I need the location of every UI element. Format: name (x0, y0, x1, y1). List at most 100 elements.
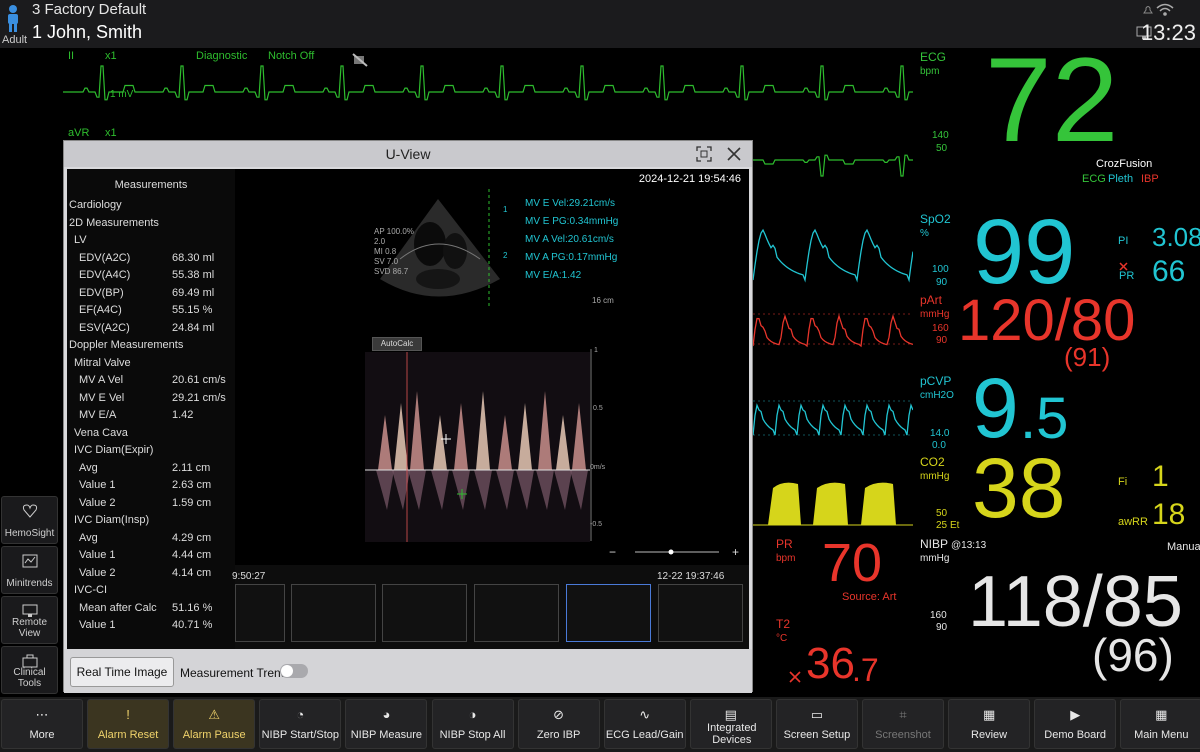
pr-value[interactable]: 70 (822, 536, 882, 590)
patient-icon[interactable] (5, 4, 21, 32)
measurements-panel[interactable]: Measurements Cardiology 2D Measurements LV… (67, 169, 235, 649)
integrated-devices-button[interactable]: ▤ Integrated Devices (689, 699, 772, 749)
thumbnail[interactable] (382, 584, 467, 642)
fico2-value[interactable]: 1 (1152, 460, 1169, 494)
ecg-waveform-ii (63, 65, 913, 101)
bell-off-icon (1143, 6, 1153, 14)
zero-icon: ⊘ (553, 707, 565, 722)
pcvp-label[interactable]: pCVP (920, 374, 951, 388)
pcvp-value-int[interactable]: 9 (972, 366, 1019, 450)
co2-label[interactable]: CO2 (920, 455, 945, 469)
close-icon[interactable] (726, 146, 742, 162)
ecg-param-label[interactable]: ECG (920, 50, 946, 64)
pr-spo2-value[interactable]: 66 (1152, 255, 1185, 289)
wifi-icon (1156, 3, 1174, 16)
pcvp-value-dec[interactable]: .5 (1020, 390, 1068, 448)
part-label[interactable]: pArt (920, 293, 942, 307)
ecg-gain2-label[interactable]: x1 (105, 127, 117, 139)
fusion-source-ibp: IBP (1141, 173, 1159, 185)
alarm-reset-button[interactable]: ! Alarm Reset (87, 699, 170, 749)
real-time-image-button[interactable]: Real Time Image (70, 657, 174, 687)
pr-label[interactable]: PR (776, 537, 793, 551)
toolbar-label: Alarm Pause (182, 729, 246, 741)
nibp-measure-button[interactable]: ◕ NIBP Measure (345, 699, 428, 749)
zoom-out-button[interactable]: − (609, 545, 616, 559)
marker-2: 2 (503, 251, 508, 260)
autocalc-button[interactable]: AutoCalc (372, 337, 422, 351)
measurement-value: 69.49 ml (172, 286, 215, 299)
nibp-mode[interactable]: Manual (1167, 541, 1200, 553)
nibp-stop-icon: ◑ (468, 707, 477, 722)
nibp-start-stop-button[interactable]: ◔ NIBP Start/Stop (259, 699, 342, 749)
dialog-titlebar[interactable]: U-View (64, 141, 752, 167)
nibp-label[interactable]: NIBP (920, 537, 948, 551)
measurement-label: EDV(A4C) (79, 269, 131, 281)
more-button[interactable]: ⋯ More (1, 699, 83, 749)
measurement-label: MV E/A (79, 409, 117, 421)
screen-setup-button[interactable]: ▭ Screen Setup (775, 699, 858, 749)
sidebar-item-remote-view[interactable]: Remote View (1, 596, 58, 644)
nibp-stop-all-button[interactable]: ◑ NIBP Stop All (431, 699, 514, 749)
measurement-trend-toggle[interactable] (280, 664, 308, 678)
thumbnail[interactable] (235, 584, 285, 642)
overlay-line: MV A Vel:20.61cm/s (525, 234, 614, 245)
ecg-lead2-label[interactable]: aVR (68, 127, 89, 139)
bed-profile[interactable]: 3 Factory Default (32, 1, 146, 18)
demo-board-button[interactable]: ▶ Demo Board (1034, 699, 1117, 749)
awrr-value[interactable]: 18 (1152, 498, 1185, 532)
overlay-line: MV A PG:0.17mmHg (525, 252, 618, 263)
thumbnail[interactable] (474, 584, 559, 642)
t2-value-int[interactable]: 36 (806, 642, 855, 686)
pi-value[interactable]: 3.08 (1152, 222, 1200, 253)
nibp-alarm-high: 160 (930, 610, 947, 621)
t2-value-dec[interactable]: .7 (852, 654, 879, 686)
t2-alarm-off-icon (789, 671, 801, 683)
heart-rate-value[interactable]: 72 (985, 40, 1118, 160)
measurement-group: Cardiology (69, 199, 122, 211)
thumbnail[interactable] (658, 584, 743, 642)
sidebar-item-clinical-tools[interactable]: Clinical Tools (1, 646, 58, 694)
ultrasound-image-area[interactable]: 2024-12-21 19:54:46 AP 100.0% 2.0 MI 0.8… (232, 169, 749, 649)
review-button[interactable]: ▦ Review (948, 699, 1031, 749)
panel-title: Measurements (114, 179, 188, 191)
screenshot-button[interactable]: ⌗ Screenshot (862, 699, 944, 749)
co2-unit: mmHg (920, 471, 950, 482)
screen-icon: ▭ (810, 707, 824, 722)
spo2-label[interactable]: SpO2 (920, 212, 951, 226)
crozfusion-label: CrozFusion (1096, 158, 1153, 170)
ecg-lead-gain-button[interactable]: ∿ ECG Lead/Gain (603, 699, 686, 749)
thumbnail[interactable] (291, 584, 376, 642)
demo-icon: ▶ (1070, 707, 1081, 722)
ecg-alarm-high: 140 (932, 130, 949, 141)
maximize-icon[interactable] (696, 146, 712, 162)
thumbnail-selected[interactable] (566, 584, 651, 642)
nibp-unit: mmHg (920, 553, 950, 564)
spo2-value[interactable]: 99 (973, 206, 1075, 298)
patient-name[interactable]: 1 John, Smith (32, 22, 142, 43)
toolbar-label: NIBP Stop All (439, 729, 506, 741)
toolbar-label: NIBP Start/Stop (261, 729, 340, 741)
sidebar-item-hemosight[interactable]: HemoSight (1, 496, 58, 544)
etco2-value[interactable]: 38 (972, 446, 1065, 530)
alarm-pause-button[interactable]: ⚠ Alarm Pause (173, 699, 256, 749)
nibp-time: @13:13 (951, 540, 987, 551)
toolbar-label: Demo Board (1044, 729, 1107, 741)
zoom-in-button[interactable]: + (732, 545, 739, 559)
measurement-group: Mitral Valve (74, 356, 131, 369)
zero-ibp-button[interactable]: ⊘ Zero IBP (517, 699, 600, 749)
measurement-value: 2.63 cm (172, 479, 212, 491)
main-menu-button[interactable]: ▦ Main Menu (1120, 699, 1200, 749)
measurement-trend-label: Measurement Trend: (180, 666, 291, 680)
sidebar-item-minitrends[interactable]: Minitrends (1, 546, 58, 594)
doppler-scale-bar (590, 349, 592, 541)
doppler-spectrum (365, 352, 590, 542)
nibp-value[interactable]: 118/85 (968, 566, 1183, 638)
measurement-label: Mean after Calc (79, 601, 157, 614)
toolbar-label: ECG Lead/Gain (605, 729, 684, 741)
echo-param: SVD 86.7 (374, 267, 409, 276)
measurement-label: Value 1 (79, 479, 116, 491)
zoom-slider[interactable] (635, 547, 719, 557)
t2-label[interactable]: T2 (776, 617, 790, 631)
measurement-value: 51.16 % (172, 601, 213, 614)
pcvp-unit: cmH2O (920, 390, 954, 401)
